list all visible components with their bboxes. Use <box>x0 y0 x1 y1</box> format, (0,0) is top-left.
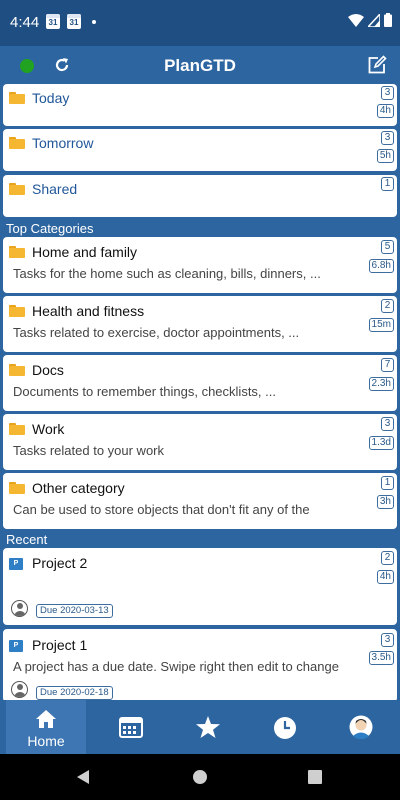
section-header-top-categories: Top Categories <box>6 221 94 236</box>
tab-favorites[interactable] <box>168 700 248 754</box>
project-description: A project has a due date. Swipe right th… <box>13 659 339 674</box>
star-icon <box>196 716 220 738</box>
count-badge: 2 <box>381 299 394 313</box>
count-badge: 1 <box>381 476 394 490</box>
folder-icon <box>9 137 25 149</box>
project-flag-icon: P <box>9 640 23 652</box>
bottom-navigation: Home <box>0 700 400 754</box>
wifi-icon <box>348 13 364 27</box>
category-title: Health and fitness <box>32 303 145 319</box>
app-title: PlanGTD <box>164 56 236 75</box>
count-badge: 5 <box>381 240 394 254</box>
calendar-icon <box>119 717 143 738</box>
list-title: Today <box>32 90 70 106</box>
folder-icon <box>9 183 25 195</box>
count-badge: 3 <box>381 417 394 431</box>
folder-icon <box>9 364 25 376</box>
recent-apps-button[interactable] <box>308 770 322 784</box>
list-title: Tomorrow <box>32 135 94 151</box>
category-description: Tasks for the home such as cleaning, bil… <box>13 266 321 281</box>
count-badge: 2 <box>381 551 394 565</box>
tab-home-label: Home <box>27 733 65 749</box>
battery-icon <box>384 13 392 27</box>
calendar-notification-icon: 31 <box>46 14 60 29</box>
duration-badge: 2.3h <box>368 377 394 391</box>
more-notifications-dot <box>92 20 96 24</box>
user-avatar-icon <box>349 715 373 739</box>
tab-history[interactable] <box>245 700 325 754</box>
category-item-home-and-family[interactable]: Home and family Tasks for the home such … <box>3 237 397 293</box>
list-today[interactable]: Today 3 4h <box>3 84 397 126</box>
system-icons <box>348 13 392 27</box>
section-header-recent: Recent <box>6 532 48 547</box>
back-button[interactable] <box>77 770 89 784</box>
calendar-notification-icon: 31 <box>67 14 81 29</box>
category-title: Home and family <box>32 244 138 260</box>
duration-badge: 6.8h <box>368 259 394 273</box>
duration-badge: 4h <box>376 104 394 118</box>
project-item-project-2[interactable]: P Project 2 2 4h Due 2020-03-13 <box>3 548 397 625</box>
system-status-bar: 4:44 31 31 <box>0 0 400 46</box>
duration-badge: 5h <box>376 149 394 163</box>
assignee-avatar-icon <box>11 681 28 698</box>
tab-calendar[interactable] <box>91 700 171 754</box>
clock-icon <box>274 717 296 739</box>
count-badge: 1 <box>381 177 394 191</box>
list-shared[interactable]: Shared 1 <box>3 175 397 217</box>
count-badge: 7 <box>381 358 394 372</box>
category-description: Tasks related to exercise, doctor appoin… <box>13 325 300 340</box>
count-badge: 3 <box>381 131 394 145</box>
folder-icon <box>9 92 25 104</box>
count-badge: 3 <box>381 86 394 100</box>
app-bar: PlanGTD <box>0 46 400 84</box>
folder-icon <box>9 423 25 435</box>
project-title: Project 2 <box>32 555 88 571</box>
category-item-other-category[interactable]: Other category Can be used to store obje… <box>3 473 397 529</box>
count-badge: 3 <box>381 633 394 647</box>
category-item-health-and-fitness[interactable]: Health and fitness Tasks related to exer… <box>3 296 397 352</box>
new-item-icon[interactable] <box>367 55 387 80</box>
folder-icon <box>9 246 25 258</box>
folder-icon <box>9 305 25 317</box>
project-title: Project 1 <box>32 637 88 653</box>
duration-badge: 4h <box>376 570 394 584</box>
category-title: Other category <box>32 480 125 496</box>
folder-icon <box>9 482 25 494</box>
category-title: Work <box>32 421 65 437</box>
clock: 4:44 <box>10 14 40 31</box>
duration-badge: 3.5h <box>368 651 394 665</box>
list-tomorrow[interactable]: Tomorrow 3 5h <box>3 129 397 171</box>
category-description: Tasks related to your work <box>13 443 165 458</box>
tab-profile[interactable] <box>322 700 400 754</box>
tab-home[interactable]: Home <box>6 700 86 754</box>
duration-badge: 3h <box>376 495 394 509</box>
home-icon <box>36 710 56 728</box>
list-title: Shared <box>32 181 78 197</box>
category-title: Docs <box>32 362 64 378</box>
due-date-badge: Due 2020-03-13 <box>36 604 113 618</box>
category-description: Documents to remember things, checklists… <box>13 384 276 399</box>
project-item-project-1[interactable]: P Project 1 A project has a due date. Sw… <box>3 629 397 702</box>
duration-badge: 15m <box>368 318 394 332</box>
category-item-docs[interactable]: Docs Documents to remember things, check… <box>3 355 397 411</box>
system-navigation-bar <box>0 754 400 800</box>
due-date-badge: Due 2020-02-18 <box>36 686 113 700</box>
project-flag-icon: P <box>9 558 23 570</box>
category-description: Can be used to store objects that don't … <box>13 502 310 517</box>
home-button[interactable] <box>193 770 207 784</box>
signal-icon <box>368 13 380 27</box>
category-item-work[interactable]: Work Tasks related to your work 3 1.3d <box>3 414 397 470</box>
assignee-avatar-icon <box>11 600 28 617</box>
duration-badge: 1.3d <box>368 436 394 450</box>
